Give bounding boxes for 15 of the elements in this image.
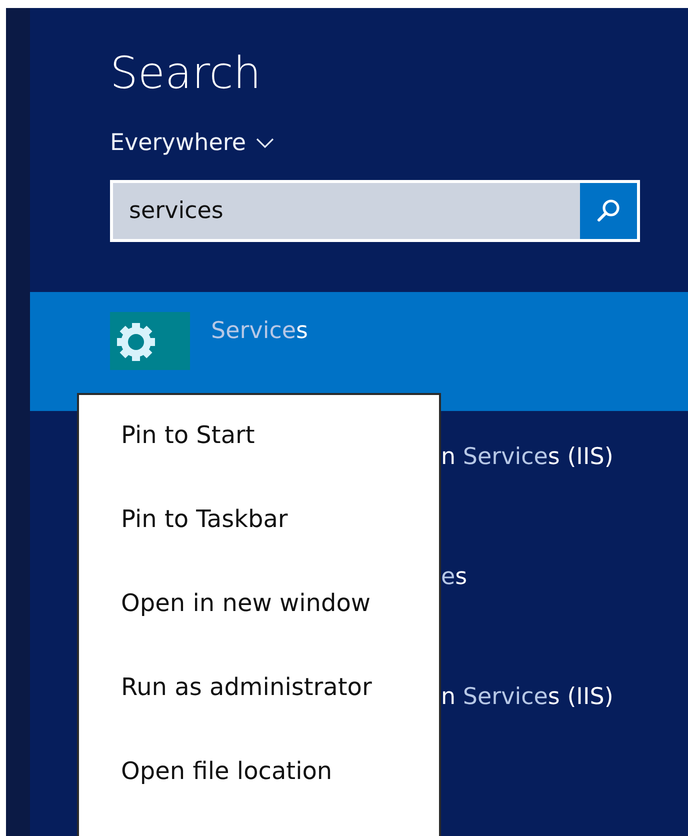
menu-item[interactable]: Run as administrator: [79, 669, 439, 753]
search-result[interactable]: Services: [30, 292, 688, 411]
chevron-icon: [256, 138, 274, 148]
menu-item[interactable]: Open in new window: [79, 585, 439, 669]
scope-dropdown[interactable]: Everywhere: [110, 130, 274, 156]
search-button[interactable]: [580, 183, 637, 239]
search-title: Search: [110, 48, 262, 100]
menu-item[interactable]: Open file location: [79, 753, 439, 836]
search-box[interactable]: services: [110, 180, 640, 242]
search-icon: [596, 198, 622, 224]
menu-item[interactable]: Pin to Taskbar: [79, 501, 439, 585]
gear-icon: [110, 312, 190, 370]
result-title: Services: [211, 317, 308, 344]
menu-item[interactable]: Pin to Start: [79, 417, 439, 501]
search-field[interactable]: services: [113, 183, 580, 239]
